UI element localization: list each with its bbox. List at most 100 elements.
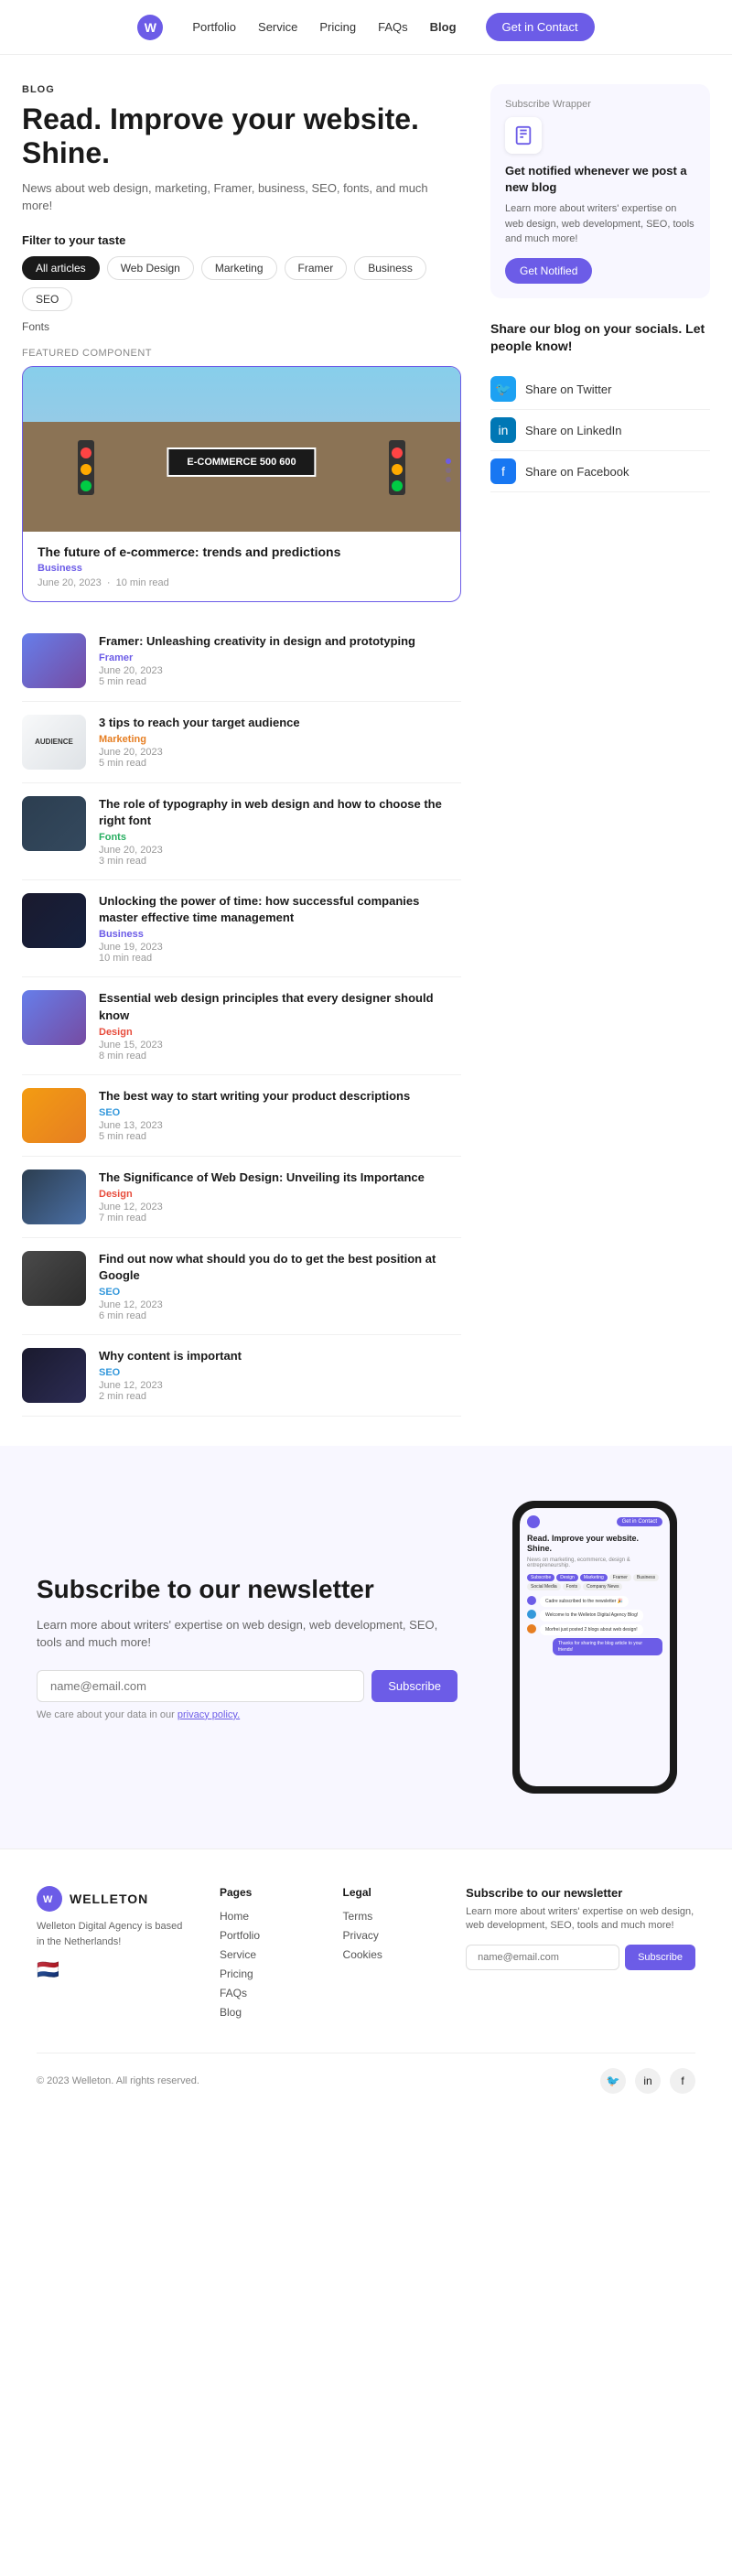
post-title: Framer: Unleashing creativity in design … [99,633,461,650]
post-category: Business [99,929,461,940]
footer-brand: W WELLETON Welleton Digital Agency is ba… [37,1886,183,2025]
nav-cta-button[interactable]: Get in Contact [486,13,595,41]
filter-tag-webdesign[interactable]: Web Design [107,256,194,280]
post-card: AUDIENCE 3 tips to reach your target aud… [22,702,461,783]
filter-tag-all[interactable]: All articles [22,256,100,280]
post-date: June 13, 2023 [99,1120,461,1131]
chat-bubble: Welcome to the Welleton Digital Agency B… [527,1610,662,1622]
sidebar: Subscribe Wrapper Get notified whenever … [490,84,710,1417]
share-linkedin[interactable]: in Share on LinkedIn [490,410,710,451]
footer-page-link[interactable]: Service [220,1948,307,1961]
footer-copyright: © 2023 Welleton. All rights reserved. [37,2075,199,2086]
footer-newsletter-desc: Learn more about writers' expertise on w… [466,1905,695,1934]
social-facebook[interactable]: f [670,2068,695,2094]
post-info: The best way to start writing your produ… [99,1088,461,1143]
privacy-link[interactable]: privacy policy. [178,1709,240,1720]
featured-date: June 20, 2023 [38,577,102,588]
filter-tag-marketing[interactable]: Marketing [201,256,277,280]
filter-tag-seo[interactable]: SEO [22,287,72,311]
chat-bubble: Thanks for sharing the blog article to y… [527,1638,662,1655]
nav-link-pricing[interactable]: Pricing [319,20,356,34]
post-date: June 12, 2023 [99,1380,461,1391]
nav-link-service[interactable]: Service [258,20,297,34]
phone-nav: Get in Contact [527,1515,662,1528]
post-title: The Significance of Web Design: Unveilin… [99,1169,461,1186]
social-twitter[interactable]: 🐦 [600,2068,626,2094]
chat-text: Cadre subscribed to the newsletter 🎉 [540,1596,629,1608]
nav-link-portfolio[interactable]: Portfolio [192,20,236,34]
footer-page-link[interactable]: Portfolio [220,1929,307,1942]
footer-email-input[interactable] [466,1945,619,1970]
linkedin-icon: in [490,417,516,443]
post-date: June 20, 2023 [99,845,461,856]
post-category: Design [99,1189,461,1200]
post-thumbnail [22,1251,86,1306]
sidebar-subscribe-desc: Learn more about writers' expertise on w… [505,201,695,247]
footer-bottom: © 2023 Welleton. All rights reserved. 🐦 … [37,2053,695,2094]
get-notified-button[interactable]: Get Notified [505,258,592,284]
dot-2 [446,468,451,473]
blog-title: Read. Improve your website. Shine. [22,102,461,170]
post-category: Design [99,1027,461,1038]
post-date: June 19, 2023 [99,942,461,953]
subscribe-left: Subscribe to our newsletter Learn more a… [37,1574,458,1720]
post-card: The role of typography in web design and… [22,783,461,880]
nav-logo: W [137,15,163,40]
chat-avatar [527,1596,536,1605]
phone-mockup: Get in Contact Read. Improve your websit… [512,1501,677,1794]
chat-avatar [527,1624,536,1633]
traffic-light-left [78,440,94,495]
post-date: June 20, 2023 [99,747,461,758]
share-facebook[interactable]: f Share on Facebook [490,451,710,492]
chat-bubbles: Cadre subscribed to the newsletter 🎉 Wel… [527,1596,662,1656]
subscribe-email-input[interactable] [37,1670,364,1702]
share-label: Share on LinkedIn [525,424,622,437]
phone-screen: Get in Contact Read. Improve your websit… [520,1508,670,1786]
footer-subscribe-button[interactable]: Subscribe [625,1945,695,1970]
post-card: Framer: Unleashing creativity in design … [22,620,461,702]
post-thumbnail [22,1348,86,1403]
post-category: SEO [99,1107,461,1118]
phone-tag: Company News [583,1583,622,1590]
nav-link-faqs[interactable]: FAQs [378,20,408,34]
post-read-time: 5 min read [99,676,461,687]
footer-legal-link[interactable]: Privacy [343,1929,430,1942]
footer-legal-link[interactable]: Cookies [343,1948,430,1961]
filter-tag-business[interactable]: Business [354,256,426,280]
featured-category: Business [38,563,446,574]
phone-cta: Get in Contact [617,1517,662,1526]
post-title: The best way to start writing your produ… [99,1088,461,1105]
subscribe-form: Subscribe [37,1670,458,1702]
footer-page-link[interactable]: Blog [220,2006,307,2019]
featured-readtime: 10 min read [116,577,169,588]
footer-newsletter: Subscribe to our newsletter Learn more a… [466,1886,695,2025]
nav-link-blog[interactable]: Blog [430,20,457,34]
footer-page-link[interactable]: Home [220,1910,307,1923]
subscribe-wrapper-label: Subscribe Wrapper [505,99,695,110]
filter-tag-fonts[interactable]: Fonts [22,318,49,335]
footer-top: W WELLETON Welleton Digital Agency is ba… [37,1886,695,2025]
social-linkedin[interactable]: in [635,2068,661,2094]
post-read-time: 8 min read [99,1051,461,1062]
chat-bubble: Cadre subscribed to the newsletter 🎉 [527,1596,662,1608]
footer-legal-link[interactable]: Terms [343,1910,430,1923]
post-title: Essential web design principles that eve… [99,990,461,1023]
featured-card: E-COMMERCE 500 600 The future of e-comme… [22,366,461,602]
subscribe-right: Get in Contact Read. Improve your websit… [494,1501,695,1794]
post-info: The Significance of Web Design: Unveilin… [99,1169,461,1224]
blog-header: BLOG Read. Improve your website. Shine. … [22,84,461,215]
post-card: The best way to start writing your produ… [22,1075,461,1157]
filter-tag-framer[interactable]: Framer [285,256,348,280]
phone-tag: Marketing [580,1574,608,1581]
featured-label: Featured Component [22,348,461,359]
phone-tag: Design [556,1574,578,1581]
subscribe-button[interactable]: Subscribe [371,1670,458,1702]
filter-section: Filter to your taste All articles Web De… [22,233,461,333]
post-read-time: 5 min read [99,1131,461,1142]
post-date: June 12, 2023 [99,1299,461,1310]
featured-dots [446,458,451,482]
footer-page-link[interactable]: FAQs [220,1987,307,1999]
share-twitter[interactable]: 🐦 Share on Twitter [490,369,710,410]
footer-page-link[interactable]: Pricing [220,1967,307,1980]
filter-tags: All articles Web Design Marketing Framer… [22,256,461,311]
